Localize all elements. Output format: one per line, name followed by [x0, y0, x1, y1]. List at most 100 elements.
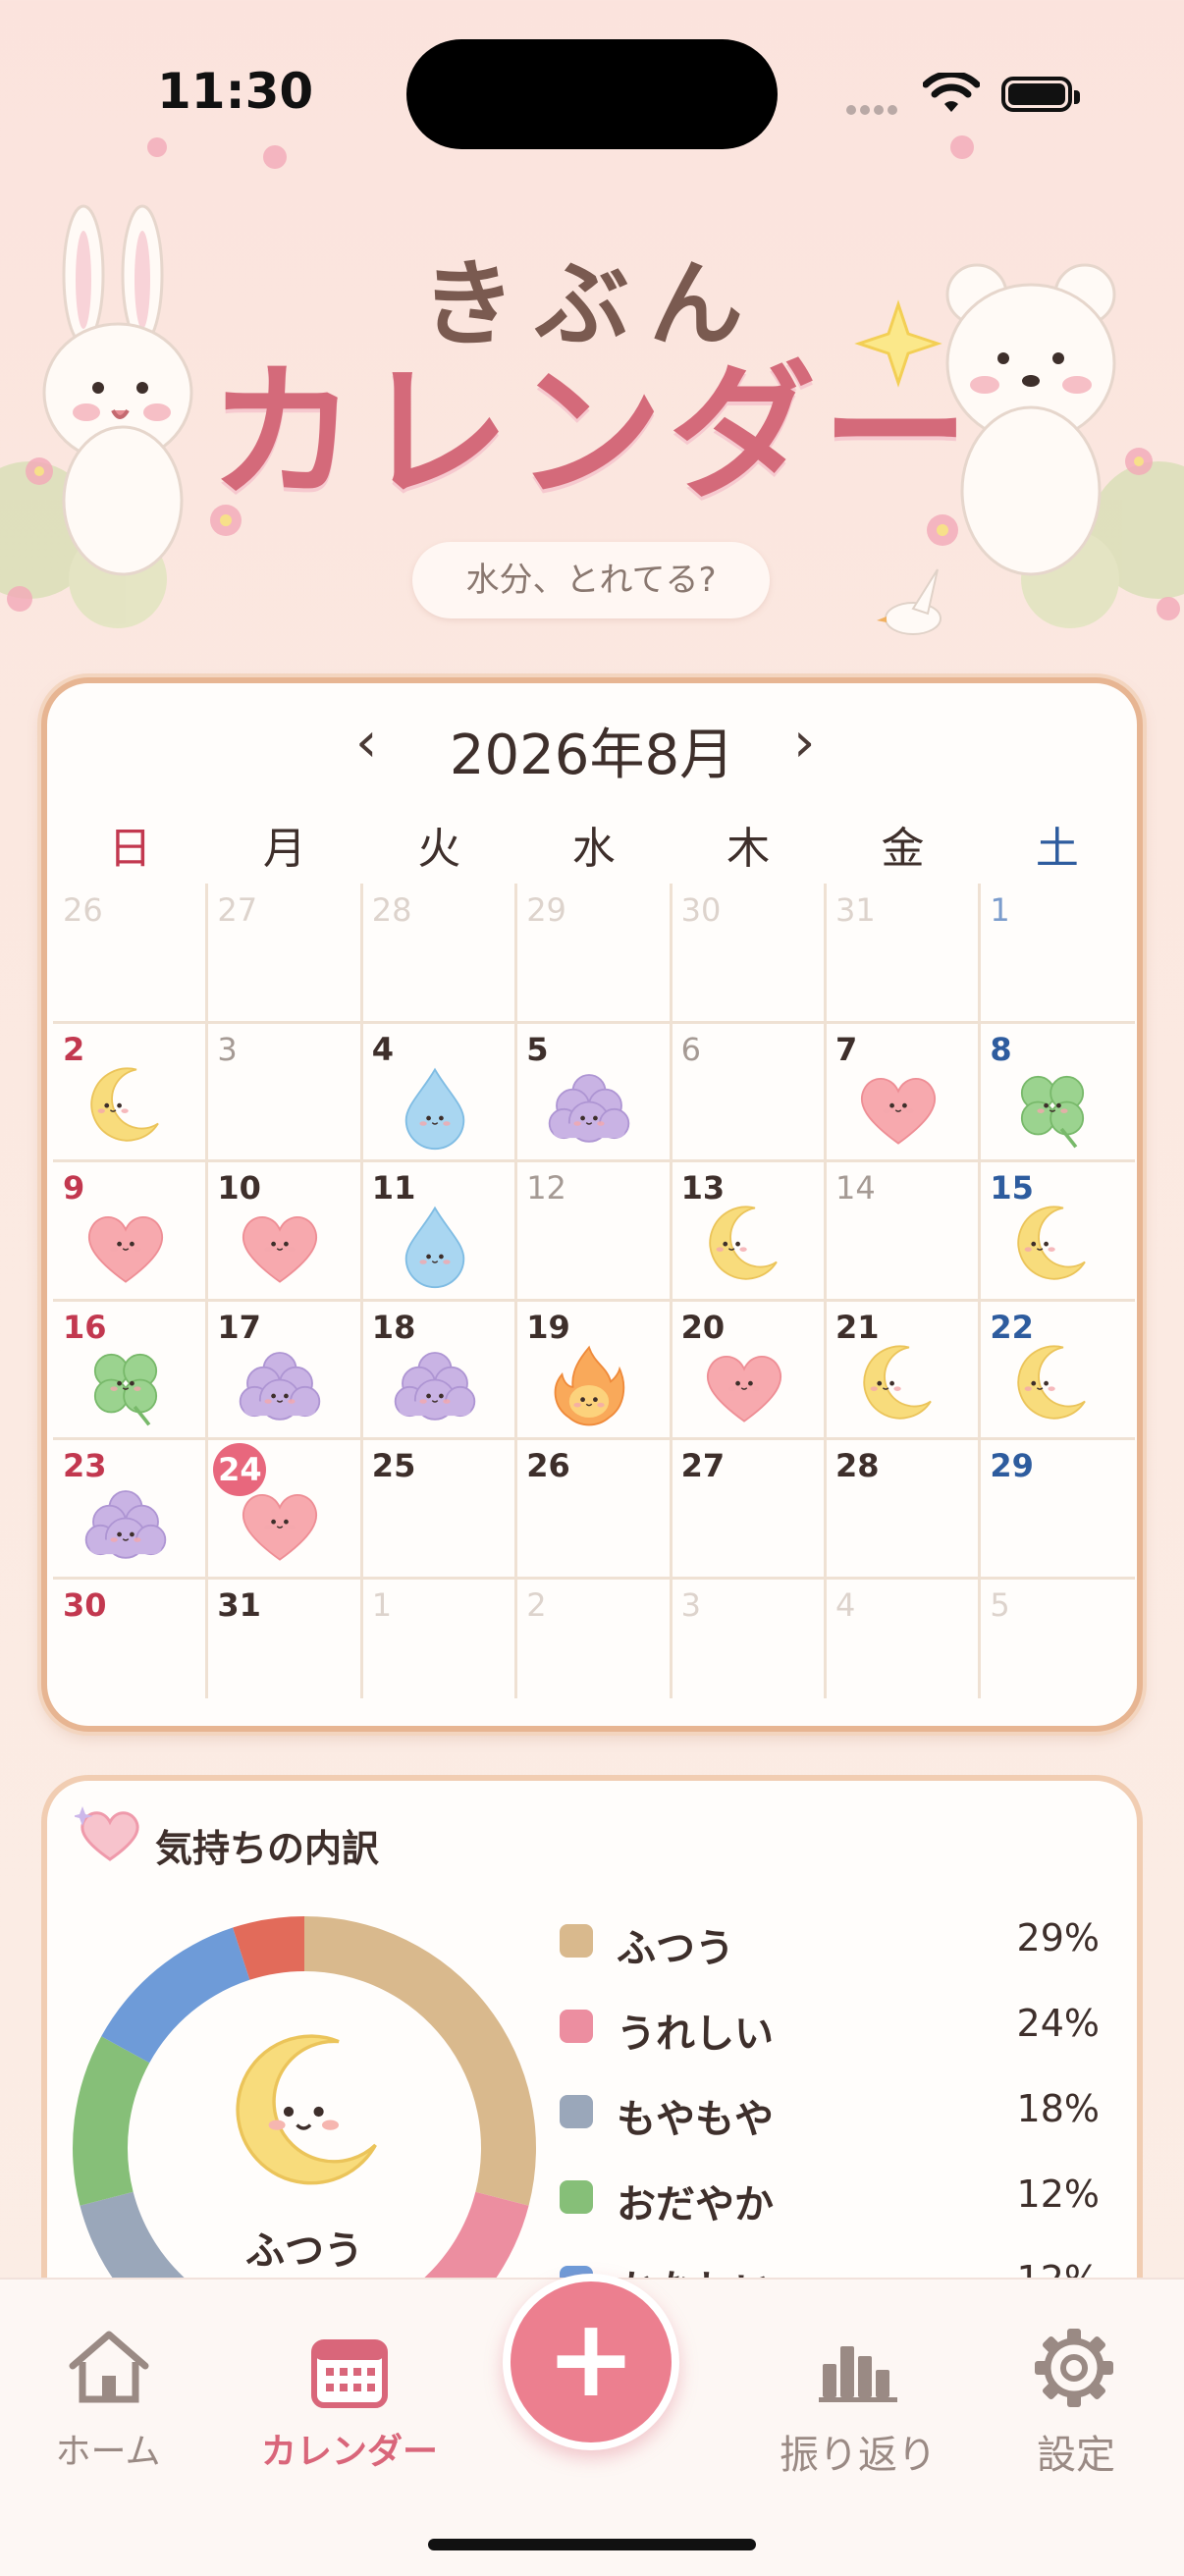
tab-settings-label: 設定: [1037, 2433, 1115, 2478]
day-number: 27: [217, 891, 258, 929]
day-cell[interactable]: 18: [362, 1301, 516, 1438]
day-cell[interactable]: 6: [672, 1023, 826, 1160]
moon-mood-icon: [1017, 1345, 1087, 1420]
day-number: 1: [371, 1586, 393, 1624]
day-number: 15: [990, 1169, 1034, 1208]
day-cell[interactable]: 27: [672, 1439, 826, 1577]
hint-bubble: 水分、とれてる?: [412, 542, 770, 618]
legend-swatch: [560, 2180, 593, 2214]
add-mood-button[interactable]: +: [503, 2274, 679, 2450]
tab-calendar[interactable]: カレンダー: [242, 2278, 457, 2474]
day-cell[interactable]: 1: [980, 884, 1134, 1021]
day-number: 14: [835, 1169, 876, 1208]
next-month-button[interactable]: ›: [793, 711, 815, 775]
month-label: 2026年8月: [449, 724, 735, 787]
breakdown-title: 気持ちの内訳: [155, 1827, 380, 1870]
day-cell[interactable]: 16: [53, 1301, 207, 1438]
fire-mood-icon: [554, 1345, 625, 1426]
legend-swatch: [560, 1924, 593, 1958]
day-cell-outside-month: 28: [362, 884, 516, 1021]
day-cell[interactable]: 15: [980, 1161, 1134, 1299]
day-cell[interactable]: 24: [207, 1439, 361, 1577]
day-cell[interactable]: 5: [516, 1023, 671, 1160]
cellular-signal-icon: [846, 100, 905, 115]
legend-label: おだやか: [617, 2182, 774, 2227]
battery-icon: [1001, 77, 1080, 112]
day-number: 29: [526, 891, 566, 929]
tab-home[interactable]: ホーム: [0, 2278, 216, 2474]
weekday-label: 日: [108, 824, 152, 874]
day-cell[interactable]: 14: [826, 1161, 980, 1299]
tab-review[interactable]: 振り返り: [750, 2278, 966, 2478]
moon-mood-icon: [1017, 1206, 1087, 1280]
heart-mood-icon: [242, 1494, 318, 1562]
status-time: 11:30: [157, 63, 314, 120]
legend-percent: 12%: [1016, 2173, 1100, 2216]
day-cell[interactable]: 12: [516, 1161, 671, 1299]
day-number: 27: [680, 1447, 726, 1485]
day-cell-outside-month: 2: [516, 1579, 671, 1716]
day-cell[interactable]: 19: [516, 1301, 671, 1438]
day-cell[interactable]: 29: [980, 1439, 1134, 1577]
day-number: 9: [63, 1169, 85, 1208]
day-number: 21: [835, 1308, 880, 1346]
day-number: 28: [371, 891, 412, 929]
day-cell[interactable]: 28: [826, 1439, 980, 1577]
day-number: 30: [63, 1586, 107, 1624]
heart-sparkle-icon: [75, 1806, 139, 1861]
heart-mood-icon: [242, 1216, 318, 1283]
prev-month-button[interactable]: ‹: [355, 711, 377, 775]
day-cell[interactable]: 26: [516, 1439, 671, 1577]
day-cell[interactable]: 31: [207, 1579, 361, 1716]
legend-swatch: [560, 2010, 593, 2043]
day-cell[interactable]: 17: [207, 1301, 361, 1438]
day-number: 20: [680, 1308, 726, 1346]
day-number: 25: [371, 1447, 416, 1485]
grid-divider: [53, 1298, 1135, 1302]
day-cell[interactable]: 11: [362, 1161, 516, 1299]
day-cell[interactable]: 2: [53, 1023, 207, 1160]
day-cell[interactable]: 8: [980, 1023, 1134, 1160]
legend-percent: 24%: [1016, 2002, 1100, 2045]
day-number: 11: [371, 1169, 416, 1208]
weekday-label: 土: [1035, 824, 1079, 874]
heart-mood-icon: [860, 1077, 937, 1145]
day-cell-outside-month: 30: [672, 884, 826, 1021]
day-cell[interactable]: 30: [53, 1579, 207, 1716]
day-cell-outside-month: 4: [826, 1579, 980, 1716]
clover-mood-icon: [1021, 1075, 1085, 1149]
day-cell[interactable]: 23: [53, 1439, 207, 1577]
day-cell[interactable]: 21: [826, 1301, 980, 1438]
day-number: 19: [526, 1308, 570, 1346]
day-cell-outside-month: 27: [207, 884, 361, 1021]
day-cell[interactable]: 9: [53, 1161, 207, 1299]
day-cell[interactable]: 13: [672, 1161, 826, 1299]
day-cell[interactable]: 25: [362, 1439, 516, 1577]
cloud-mood-icon: [548, 1073, 630, 1143]
day-number: 28: [835, 1447, 880, 1485]
bar-chart-icon: [819, 2346, 897, 2402]
drop-mood-icon: [404, 1067, 465, 1150]
bird-illustration: [877, 568, 942, 635]
day-cell[interactable]: 3: [207, 1023, 361, 1160]
day-cell[interactable]: 22: [980, 1301, 1134, 1438]
tab-settings[interactable]: 設定: [968, 2278, 1184, 2478]
day-cell-outside-month: 31: [826, 884, 980, 1021]
legend-label: もやもや: [617, 2097, 774, 2142]
day-number: 4: [835, 1586, 856, 1624]
day-cell[interactable]: 7: [826, 1023, 980, 1160]
day-cell[interactable]: 10: [207, 1161, 361, 1299]
wifi-icon: [923, 73, 980, 112]
day-cell[interactable]: 4: [362, 1023, 516, 1160]
grid-divider: [53, 1437, 1135, 1441]
weekday-label: 水: [571, 824, 616, 874]
cloud-mood-icon: [84, 1490, 167, 1560]
day-number: 18: [371, 1308, 416, 1346]
legend-percent: 18%: [1016, 2087, 1100, 2130]
day-cell[interactable]: 20: [672, 1301, 826, 1438]
day-number: 29: [990, 1447, 1034, 1485]
day-number: 22: [990, 1308, 1034, 1346]
home-indicator: [428, 2539, 756, 2550]
day-number: 5: [990, 1586, 1010, 1624]
day-number: 17: [217, 1308, 261, 1346]
